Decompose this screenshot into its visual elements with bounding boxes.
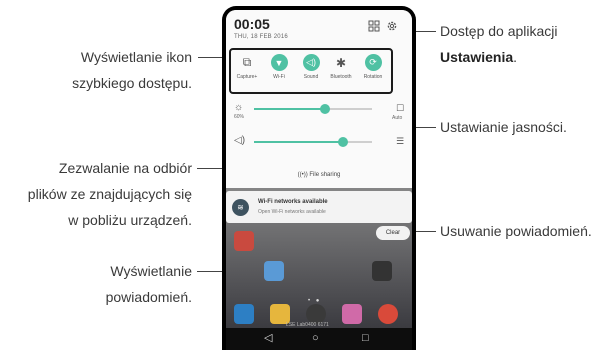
- quick-setting-label: Capture+: [236, 74, 258, 80]
- brightness-sun-icon: ☼: [234, 102, 244, 113]
- callout-brightness: Ustawianie jasności.: [440, 119, 567, 135]
- multi-sim-icon[interactable]: [368, 20, 380, 32]
- callout-settings-line1: Dostęp do aplikacji: [440, 23, 558, 39]
- sound-icon: ◁): [302, 54, 320, 71]
- quick-setting-label: Bluetooth: [330, 74, 352, 80]
- capture-icon: ⧉: [242, 55, 252, 69]
- callout-file-sharing-line1: Zezwalanie na odbiór: [58, 160, 192, 176]
- quick-setting-label: Rotation: [363, 74, 383, 80]
- bluetooth-icon: ✱: [335, 55, 347, 70]
- settings-gear-icon[interactable]: [386, 20, 398, 32]
- leader-quick-access: [198, 57, 225, 58]
- phone-screen: 00:05 THU, 18 FEB 2016 ⧉ Capture+ ▼ Wi-Fi ◁)…: [222, 6, 416, 350]
- callout-file-sharing-line3: w pobliżu urządzeń.: [68, 212, 192, 228]
- wifi-icon: ▼: [270, 54, 288, 71]
- camera-app-icon[interactable]: [306, 304, 326, 324]
- callout-file-sharing: Zezwalanie na odbiór plików ze znajdując…: [0, 155, 192, 233]
- brightness-knob[interactable]: [319, 104, 330, 114]
- rotation-icon: ⟳: [364, 54, 382, 71]
- file-sharing-label: File sharing: [309, 172, 341, 178]
- phone-app-icon[interactable]: [234, 304, 254, 324]
- chrome-app-icon[interactable]: [378, 304, 398, 324]
- notification-text: Open Wi-Fi networks available: [258, 209, 326, 215]
- callout-file-sharing-line2: plików ze znajdujących się: [27, 186, 192, 202]
- callout-settings-suffix: .: [513, 49, 518, 65]
- callout-settings-line2: Ustawienia.: [440, 44, 610, 70]
- quick-setting-capture-[interactable]: ⧉ Capture+: [232, 54, 262, 80]
- callout-clear: Usuwanie powiadomień.: [440, 223, 592, 239]
- callout-quick-access: Wyświetlanie ikon szybkiego dostępu.: [12, 44, 192, 96]
- gallery-app-icon[interactable]: [342, 304, 362, 324]
- auto-brightness-label: Auto: [392, 115, 403, 121]
- quick-setting-bluetooth[interactable]: ✱ Bluetooth: [326, 54, 356, 81]
- notification-shade: 00:05 THU, 18 FEB 2016 ⧉ Capture+ ▼ Wi-Fi ◁)…: [226, 10, 412, 188]
- quick-setting-rotation[interactable]: ⟳ Rotation: [358, 54, 388, 80]
- settings-app-icon[interactable]: [372, 261, 392, 281]
- back-icon[interactable]: ◁: [264, 332, 272, 344]
- notification-item[interactable]: ≋ Wi-Fi networks available Open Wi-Fi ne…: [226, 191, 412, 223]
- status-date: THU, 18 FEB 2016: [234, 34, 288, 40]
- callout-quick-access-line1: Wyświetlanie ikon: [80, 49, 192, 65]
- volume-settings-icon[interactable]: ☰: [396, 136, 404, 146]
- messages-app-icon[interactable]: [270, 304, 290, 324]
- callout-notifications-line2: powiadomień.: [105, 289, 192, 305]
- notification-title: Wi-Fi networks available: [258, 199, 328, 205]
- brightness-fill: [254, 108, 325, 110]
- volume-fill: [254, 141, 343, 143]
- app-folder-icon[interactable]: [234, 231, 254, 251]
- brightness-track[interactable]: [254, 104, 372, 114]
- file-sharing-toggle[interactable]: ((•)) File sharing: [226, 172, 412, 178]
- recents-icon[interactable]: □: [362, 332, 369, 344]
- quick-setting-sound[interactable]: ◁) Sound: [296, 54, 326, 80]
- callout-notifications: Wyświetlanie powiadomień.: [12, 258, 192, 310]
- auto-brightness-checkbox[interactable]: ☐: [396, 103, 404, 113]
- callout-settings-bold: Ustawienia: [440, 49, 514, 65]
- quick-setting-label: Sound: [303, 74, 319, 80]
- callout-notifications-line1: Wyświetlanie: [110, 263, 192, 279]
- quick-setting-wi-fi[interactable]: ▼ Wi-Fi: [264, 54, 294, 80]
- callout-settings: Dostęp do aplikacji Ustawienia.: [440, 18, 610, 70]
- wifi-notification-icon: ≋: [232, 199, 249, 216]
- volume-speaker-icon: ◁): [234, 135, 246, 146]
- home-icon[interactable]: ○: [312, 332, 319, 344]
- play-store-icon[interactable]: [264, 261, 284, 281]
- quick-setting-label: Wi-Fi: [273, 74, 285, 80]
- volume-track[interactable]: [254, 137, 372, 147]
- brightness-percent: 60%: [234, 114, 245, 120]
- file-sharing-icon: ((•)): [297, 172, 308, 178]
- callout-quick-access-line2: szybkiego dostępu.: [72, 75, 192, 91]
- status-time: 00:05: [234, 16, 270, 32]
- navigation-bar: ◁ ○ □: [226, 328, 412, 350]
- clear-button[interactable]: Clear: [376, 226, 410, 240]
- volume-knob[interactable]: [337, 137, 348, 147]
